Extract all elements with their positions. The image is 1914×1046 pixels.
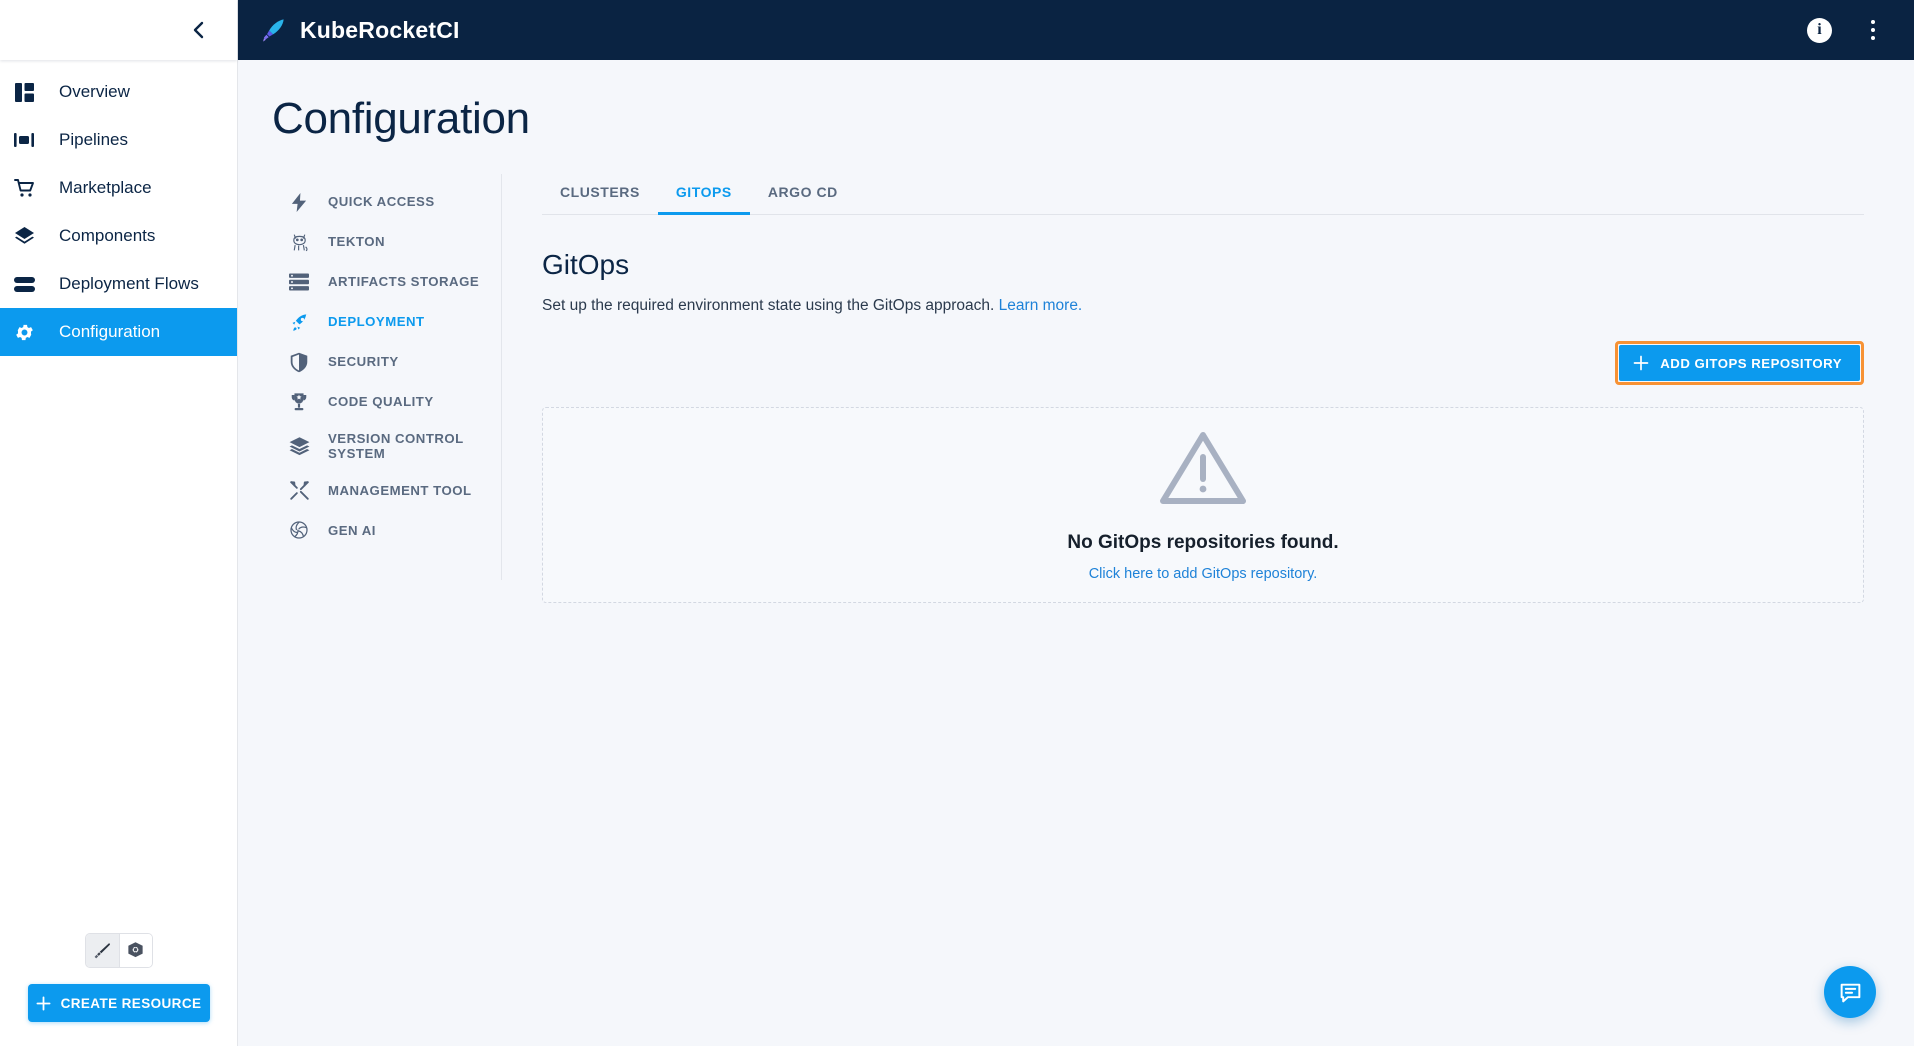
section-description-text: Set up the required environment state us… bbox=[542, 297, 994, 314]
empty-state-title: No GitOps repositories found. bbox=[1067, 532, 1338, 554]
config-item-deployment[interactable]: DEPLOYMENT bbox=[272, 302, 501, 342]
config-item-label: VERSION CONTROL SYSTEM bbox=[328, 431, 487, 461]
chat-fab-button[interactable] bbox=[1824, 966, 1876, 1018]
learn-more-link[interactable]: Learn more. bbox=[999, 297, 1083, 314]
sidebar-item-label: Marketplace bbox=[59, 178, 152, 198]
dashboard-icon bbox=[9, 78, 39, 106]
create-resource-button[interactable]: CREATE RESOURCE bbox=[28, 984, 210, 1022]
config-item-artifacts-storage[interactable]: ARTIFACTS STORAGE bbox=[272, 262, 501, 302]
tools-icon bbox=[288, 479, 310, 501]
config-item-label: MANAGEMENT TOOL bbox=[328, 483, 472, 498]
pipelines-icon bbox=[9, 126, 39, 154]
action-row: ADD GITOPS REPOSITORY bbox=[542, 341, 1864, 385]
add-gitops-repository-label: ADD GITOPS REPOSITORY bbox=[1660, 356, 1842, 371]
config-item-label: SECURITY bbox=[328, 354, 399, 369]
sidebar-item-configuration[interactable]: Configuration bbox=[0, 308, 237, 356]
cart-icon bbox=[9, 174, 39, 202]
gen-ai-swirl-icon bbox=[288, 519, 310, 541]
chevron-left-icon bbox=[192, 20, 205, 40]
app-root: Overview Pipelines bbox=[0, 0, 1914, 1046]
brand-name: KubeRocketCI bbox=[300, 17, 460, 44]
config-item-label: CODE QUALITY bbox=[328, 394, 434, 409]
config-item-management-tool[interactable]: MANAGEMENT TOOL bbox=[272, 470, 501, 510]
rocket-feather-icon bbox=[260, 17, 287, 44]
sidebar-item-label: Configuration bbox=[59, 322, 160, 342]
kebab-dot bbox=[1871, 28, 1875, 32]
toggle-button-sword[interactable] bbox=[86, 934, 119, 967]
sidebar-collapse-button[interactable] bbox=[183, 15, 213, 45]
plus-icon bbox=[36, 996, 51, 1011]
sidebar-item-deployment-flows[interactable]: Deployment Flows bbox=[0, 260, 237, 308]
lightning-bolt-icon bbox=[288, 191, 310, 213]
kebab-dot bbox=[1871, 36, 1875, 40]
tab-bar: CLUSTERS GITOPS ARGO CD bbox=[542, 174, 1864, 215]
add-gitops-repository-highlight: ADD GITOPS REPOSITORY bbox=[1615, 341, 1864, 385]
shield-icon bbox=[288, 351, 310, 373]
toggle-button-kubernetes[interactable] bbox=[119, 934, 152, 967]
warning-triangle-icon bbox=[1159, 429, 1247, 512]
create-resource-label: CREATE RESOURCE bbox=[61, 996, 202, 1011]
sidebar-header bbox=[0, 0, 237, 60]
kebab-menu-icon[interactable] bbox=[1860, 16, 1886, 44]
page-content: Configuration QUICK ACCESS bbox=[238, 60, 1914, 1046]
config-item-gen-ai[interactable]: GEN AI bbox=[272, 510, 501, 550]
config-item-version-control-system[interactable]: VERSION CONTROL SYSTEM bbox=[272, 422, 501, 470]
configuration-submenu: QUICK ACCESS TEKTON bbox=[272, 174, 502, 580]
app-topbar: KubeRocketCI i bbox=[238, 0, 1914, 60]
info-glyph: i bbox=[1817, 21, 1821, 39]
rocket-icon bbox=[288, 311, 310, 333]
tab-argo-cd[interactable]: ARGO CD bbox=[750, 174, 856, 214]
config-item-quick-access[interactable]: QUICK ACCESS bbox=[272, 182, 501, 222]
sidebar-item-label: Pipelines bbox=[59, 130, 128, 150]
view-mode-toggle-group bbox=[85, 933, 153, 968]
sidebar-item-pipelines[interactable]: Pipelines bbox=[0, 116, 237, 164]
stack-bars-icon bbox=[9, 270, 39, 298]
sidebar-item-label: Deployment Flows bbox=[59, 274, 199, 294]
info-icon[interactable]: i bbox=[1807, 18, 1832, 43]
trophy-icon bbox=[288, 391, 310, 413]
sidebar-item-components[interactable]: Components bbox=[0, 212, 237, 260]
config-item-label: QUICK ACCESS bbox=[328, 194, 435, 209]
section-description: Set up the required environment state us… bbox=[542, 297, 1864, 315]
config-item-label: ARTIFACTS STORAGE bbox=[328, 274, 479, 289]
config-item-tekton[interactable]: TEKTON bbox=[272, 222, 501, 262]
config-item-label: DEPLOYMENT bbox=[328, 314, 425, 329]
kubernetes-icon bbox=[126, 941, 145, 960]
tab-gitops[interactable]: GITOPS bbox=[658, 174, 750, 214]
config-item-security[interactable]: SECURITY bbox=[272, 342, 501, 382]
plus-icon bbox=[1633, 355, 1649, 371]
sidebar-item-overview[interactable]: Overview bbox=[0, 68, 237, 116]
sidebar-item-marketplace[interactable]: Marketplace bbox=[0, 164, 237, 212]
page-title: Configuration bbox=[238, 94, 1914, 144]
brand[interactable]: KubeRocketCI bbox=[260, 17, 460, 44]
config-item-code-quality[interactable]: CODE QUALITY bbox=[272, 382, 501, 422]
storage-stack-icon bbox=[288, 271, 310, 293]
content-body: QUICK ACCESS TEKTON bbox=[238, 174, 1914, 603]
config-item-label: GEN AI bbox=[328, 523, 376, 538]
layers-icon bbox=[288, 435, 310, 457]
sidebar-item-label: Components bbox=[59, 226, 155, 246]
layers-diamond-icon bbox=[9, 222, 39, 250]
empty-state-container: No GitOps repositories found. Click here… bbox=[542, 407, 1864, 603]
sidebar-nav: Overview Pipelines bbox=[0, 60, 237, 933]
tekton-cat-icon bbox=[288, 231, 310, 253]
main-sidebar: Overview Pipelines bbox=[0, 0, 238, 1046]
chat-message-icon bbox=[1838, 980, 1863, 1005]
main-column: KubeRocketCI i Configuration bbox=[238, 0, 1914, 1046]
gear-icon bbox=[9, 318, 39, 346]
section-title: GitOps bbox=[542, 249, 1864, 281]
sidebar-footer: CREATE RESOURCE bbox=[0, 933, 237, 1046]
kebab-dot bbox=[1871, 20, 1875, 24]
sidebar-item-label: Overview bbox=[59, 82, 130, 102]
sword-icon bbox=[93, 941, 112, 960]
config-item-label: TEKTON bbox=[328, 234, 385, 249]
add-gitops-repository-button[interactable]: ADD GITOPS REPOSITORY bbox=[1619, 345, 1860, 381]
tab-clusters[interactable]: CLUSTERS bbox=[542, 174, 658, 214]
gitops-pane: CLUSTERS GITOPS ARGO CD GitOps Set up th… bbox=[502, 174, 1914, 603]
empty-state-link[interactable]: Click here to add GitOps repository. bbox=[1089, 566, 1318, 582]
